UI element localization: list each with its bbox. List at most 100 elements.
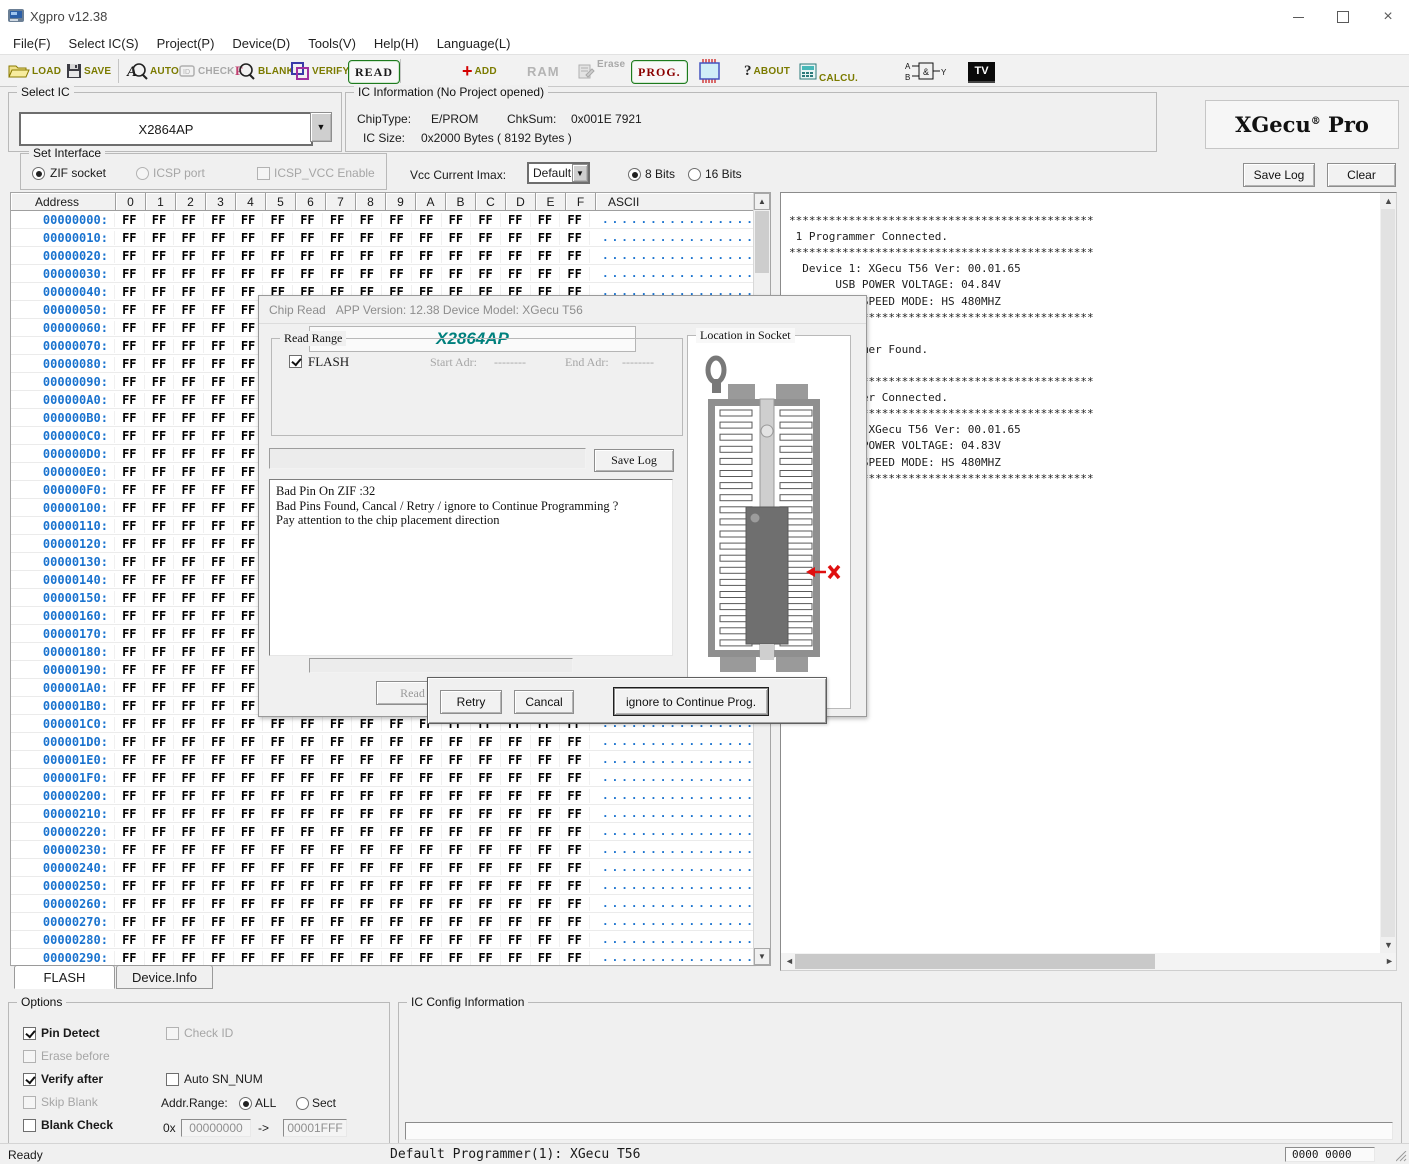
hex-byte: FF [204, 447, 234, 461]
blank-button[interactable]: F BLANK [234, 58, 294, 84]
close-button[interactable]: × [1373, 10, 1403, 24]
hex-col-header[interactable]: 9 [386, 193, 416, 211]
verify-button[interactable]: VERIFY [290, 58, 349, 84]
menu-item[interactable]: Select IC(S) [60, 34, 148, 53]
addr-range-all-radio[interactable] [239, 1097, 252, 1110]
hex-col-header[interactable]: 7 [326, 193, 356, 211]
menu-item[interactable]: Language(L) [428, 34, 520, 53]
save-log-button[interactable]: Save Log [1243, 163, 1315, 187]
hex-byte: FF [204, 429, 234, 443]
hex-byte: FF [234, 861, 264, 875]
tab-device-info[interactable]: Device.Info [116, 965, 213, 989]
icsp-port-label: ICSP port [153, 166, 205, 180]
calcu-button[interactable]: CALCU. [799, 58, 858, 84]
bits16-radio[interactable] [688, 168, 701, 181]
app-icon [8, 8, 25, 24]
flash-checkbox[interactable] [289, 355, 302, 368]
scrollbar-thumb[interactable] [1381, 209, 1395, 937]
bits8-radio[interactable] [628, 168, 641, 181]
hex-byte: FF [234, 897, 264, 911]
addr-range-sect-radio[interactable] [296, 1097, 309, 1110]
hex-byte: FF [204, 375, 234, 389]
menu-item[interactable]: File(F) [4, 34, 60, 53]
hex-byte: FF [382, 897, 412, 911]
hex-byte: FF [174, 699, 204, 713]
menu-bar: File(F)Select IC(S)Project(P)Device(D)To… [0, 32, 1409, 54]
hex-byte: FF [352, 915, 382, 929]
scroll-up-button[interactable]: ▲ [754, 193, 770, 210]
menu-item[interactable]: Help(H) [365, 34, 428, 53]
menu-item[interactable]: Device(D) [223, 34, 299, 53]
hex-col-header[interactable]: 8 [356, 193, 386, 211]
log-vertical-scrollbar[interactable]: ▲ ▼ [1380, 193, 1396, 953]
logic-test-button[interactable]: AB & Y [905, 58, 949, 84]
hex-byte: FF [174, 375, 204, 389]
hex-byte: FF [442, 879, 472, 893]
hex-byte: FF [531, 753, 561, 767]
load-button[interactable]: LOAD [8, 58, 61, 84]
clear-button[interactable]: Clear [1327, 163, 1396, 187]
add-button[interactable]: + ADD [462, 58, 497, 84]
hex-byte: FF [234, 825, 264, 839]
retry-button[interactable]: Retry [440, 690, 502, 714]
read-button[interactable]: READ [348, 60, 400, 84]
maximize-button[interactable] [1328, 10, 1358, 24]
hex-col-header[interactable]: 2 [176, 193, 206, 211]
hex-address: 000000E0: [11, 465, 115, 479]
hex-byte: FF [145, 789, 175, 803]
hex-byte: FF [115, 267, 145, 281]
hex-col-header[interactable]: B [446, 193, 476, 211]
start-adr-label: Start Adr: [430, 355, 477, 370]
dialog-save-log-button[interactable]: Save Log [594, 449, 674, 472]
resize-grip[interactable] [1396, 1151, 1407, 1162]
menu-item[interactable]: Project(P) [148, 34, 224, 53]
save-button[interactable]: SAVE [66, 58, 111, 84]
hex-byte: FF [293, 789, 323, 803]
hex-col-header[interactable]: 4 [236, 193, 266, 211]
prog-button[interactable]: PROG. [631, 60, 688, 84]
zif-socket-radio[interactable] [32, 167, 45, 180]
about-button[interactable]: ? ABOUT [744, 58, 790, 84]
hex-byte: FF [204, 393, 234, 407]
hex-col-header[interactable]: E [536, 193, 566, 211]
selected-ic-value[interactable]: X2864AP [19, 112, 313, 146]
hex-address: 00000260: [11, 897, 115, 911]
hex-col-header[interactable]: 3 [206, 193, 236, 211]
tv-button[interactable]: TV [968, 59, 995, 85]
hex-col-header[interactable]: D [506, 193, 536, 211]
hex-col-header[interactable]: A [416, 193, 446, 211]
scroll-down-button[interactable]: ▼ [754, 948, 770, 965]
ignore-continue-button[interactable]: ignore to Continue Prog. [614, 688, 768, 715]
hex-col-header[interactable]: 5 [266, 193, 296, 211]
chip-button[interactable] [697, 58, 723, 84]
auto-button[interactable]: A AUTO [126, 58, 179, 84]
auto-sn-checkbox[interactable] [166, 1073, 179, 1086]
verify-after-checkbox[interactable] [23, 1073, 36, 1086]
hex-col-header[interactable]: C [476, 193, 506, 211]
hex-col-header-ascii[interactable]: ASCII [596, 193, 754, 211]
hex-col-header[interactable]: 1 [146, 193, 176, 211]
scrollbar-thumb[interactable] [755, 211, 769, 273]
toolbar-separator [118, 59, 119, 83]
scrollbar-thumb[interactable] [795, 954, 1155, 969]
hex-byte: FF [471, 951, 501, 965]
blank-check-checkbox[interactable] [23, 1119, 36, 1132]
menu-item[interactable]: Tools(V) [299, 34, 365, 53]
hex-byte: FF [382, 717, 412, 731]
hex-byte: FF [352, 717, 382, 731]
tab-flash[interactable]: FLASH [14, 965, 115, 989]
hex-col-header[interactable]: F [566, 193, 596, 211]
minimize-button[interactable] [1283, 10, 1313, 24]
hex-byte: FF [115, 321, 145, 335]
hex-col-header[interactable]: 6 [296, 193, 326, 211]
hex-byte: FF [501, 933, 531, 947]
vcc-dropdown-button[interactable]: ▼ [572, 164, 588, 182]
hex-byte: FF [145, 447, 175, 461]
hex-col-header[interactable]: 0 [116, 193, 146, 211]
vcc-imax-select[interactable]: Default ▼ [527, 162, 590, 184]
pin-detect-checkbox[interactable] [23, 1027, 36, 1040]
hex-col-header-address[interactable]: Address [11, 193, 116, 211]
log-horizontal-scrollbar[interactable]: ◄ ► [781, 953, 1396, 970]
ic-dropdown-button[interactable]: ▼ [310, 112, 332, 142]
cancel-button[interactable]: Cancal [514, 690, 574, 714]
